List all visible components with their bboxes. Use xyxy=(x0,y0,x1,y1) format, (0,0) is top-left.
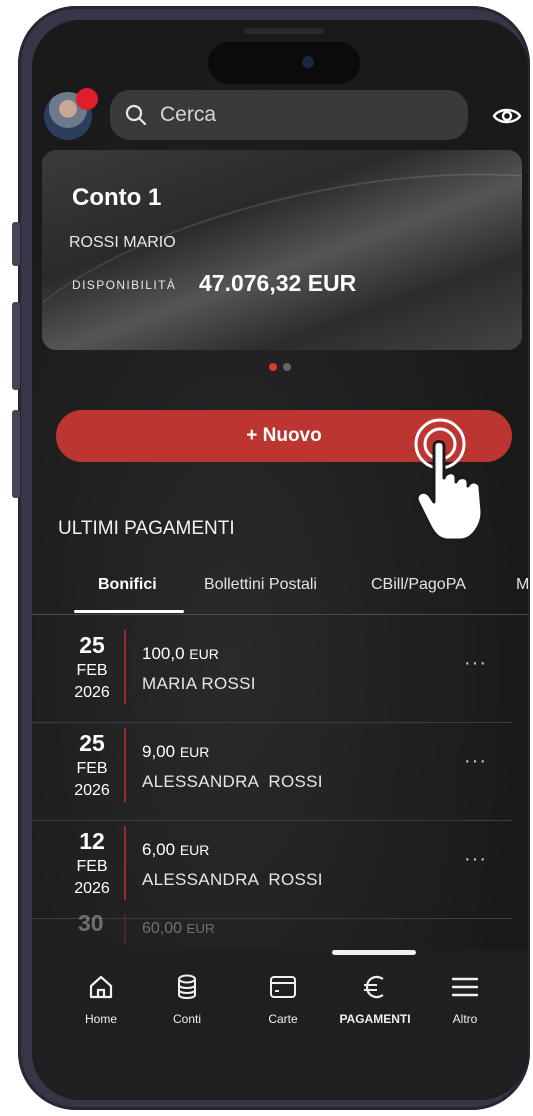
payment-day: 30 xyxy=(78,910,104,936)
account-title: Conto 1 xyxy=(72,184,162,211)
payment-row[interactable]: 25 FEB 2026 9,00 EUR ALESSANDRA ROSSI ··… xyxy=(32,722,512,821)
payment-row[interactable]: 25 FEB 2026 100,0 EUR MARIA ROSSI ··· xyxy=(32,624,512,723)
nav-label: Altro xyxy=(452,1012,478,1026)
tab-more-partial[interactable]: M xyxy=(516,576,528,594)
payment-year: 2026 xyxy=(74,782,110,799)
availability-label: DISPONIBILITÀ xyxy=(72,278,177,292)
account-holder: ROSSI MARIO xyxy=(69,234,176,251)
payment-amount: 6,00 EUR xyxy=(142,840,209,860)
nav-carte[interactable]: Carte xyxy=(238,970,328,1026)
payment-amount: 9,00 EUR xyxy=(142,742,209,762)
amount-currency: EUR xyxy=(186,921,215,936)
payment-beneficiary: MARIA ROSSI xyxy=(142,674,256,693)
payment-day: 12 xyxy=(79,828,105,854)
payment-beneficiary: ALESSANDRA ROSSI xyxy=(142,772,323,791)
availability-value: 47.076,32 EUR xyxy=(199,270,357,296)
home-icon xyxy=(89,975,113,999)
notification-badge xyxy=(76,88,98,110)
amount-currency: EUR xyxy=(179,744,210,760)
nav-label: PAGAMENTI xyxy=(339,1012,411,1026)
payment-tabs: Bonifici Bollettini Postali CBill/PagoPA… xyxy=(32,566,528,615)
amount-currency: EUR xyxy=(189,646,219,662)
nav-label: Home xyxy=(84,1012,117,1026)
nav-home[interactable]: Home xyxy=(56,970,146,1026)
account-card[interactable]: Conto 1 ROSSI MARIO DISPONIBILITÀ 47.076… xyxy=(42,150,522,350)
avatar[interactable] xyxy=(44,88,98,140)
bottom-navigation: Home Conti Carte PAGAMENTI Altro xyxy=(32,950,528,1100)
carousel-dot-active[interactable] xyxy=(269,363,277,371)
payment-amount: 60,00 EUR xyxy=(142,920,215,938)
payment-row[interactable]: 12 FEB 2026 6,00 EUR ALESSANDRA ROSSI ··… xyxy=(32,820,512,919)
more-options-icon[interactable]: ··· xyxy=(464,652,487,675)
camera-icon xyxy=(302,56,314,68)
euro-icon xyxy=(364,975,384,999)
eye-icon[interactable] xyxy=(492,105,522,127)
coins-stack-icon xyxy=(178,974,196,999)
amount-value: 100,0 xyxy=(142,644,185,663)
payment-month: FEB xyxy=(76,858,108,875)
more-options-icon[interactable]: ··· xyxy=(464,750,487,773)
payment-divider xyxy=(124,914,126,944)
nav-label: Carte xyxy=(268,1012,298,1026)
app-screen: Cerca Conto 1 ROSSI MARIO DISPONIBILITÀ … xyxy=(32,20,528,1100)
payment-divider xyxy=(124,630,126,704)
payment-row-partial[interactable]: 30 60,00 EUR xyxy=(32,906,512,946)
payment-year: 2026 xyxy=(74,880,110,897)
payment-amount: 100,0 EUR xyxy=(142,644,219,664)
nav-pagamenti[interactable]: PAGAMENTI xyxy=(330,970,420,1026)
tab-cbill-pagopa[interactable]: CBill/PagoPA xyxy=(371,576,466,594)
search-icon xyxy=(125,104,147,126)
top-handle xyxy=(244,28,324,34)
amount-value: 60,00 xyxy=(142,920,183,937)
nav-altro[interactable]: Altro xyxy=(420,970,510,1026)
carousel-indicator[interactable] xyxy=(269,363,291,371)
menu-icon xyxy=(451,977,479,997)
active-tab-indicator xyxy=(74,610,184,613)
payment-month: FEB xyxy=(76,760,108,777)
payment-year: 2026 xyxy=(74,684,110,701)
tab-bollettini-postali[interactable]: Bollettini Postali xyxy=(204,576,317,594)
more-options-icon[interactable]: ··· xyxy=(464,848,487,871)
amount-value: 9,00 xyxy=(142,742,176,761)
search-placeholder: Cerca xyxy=(160,103,217,126)
dynamic-island xyxy=(208,42,360,84)
payment-divider xyxy=(124,826,126,900)
search-input[interactable]: Cerca xyxy=(110,90,468,140)
payment-beneficiary: ALESSANDRA ROSSI xyxy=(142,870,323,889)
payment-month: FEB xyxy=(76,662,108,679)
amount-value: 6,00 xyxy=(142,840,176,859)
payment-day: 25 xyxy=(79,730,105,756)
carousel-dot[interactable] xyxy=(283,363,291,371)
nav-label: Conti xyxy=(172,1012,201,1026)
card-icon xyxy=(270,976,296,998)
side-button-volume-down xyxy=(12,410,20,498)
payment-day: 25 xyxy=(79,632,105,658)
active-nav-indicator xyxy=(332,950,416,955)
amount-currency: EUR xyxy=(179,842,210,858)
side-button-silent xyxy=(12,222,20,266)
section-title: ULTIMI PAGAMENTI xyxy=(58,518,235,539)
payment-divider xyxy=(124,728,126,802)
tab-bonifici[interactable]: Bonifici xyxy=(98,576,157,594)
side-button-volume-up xyxy=(12,302,20,390)
nav-conti[interactable]: Conti xyxy=(142,970,232,1026)
pointer-hand-icon xyxy=(414,418,484,542)
